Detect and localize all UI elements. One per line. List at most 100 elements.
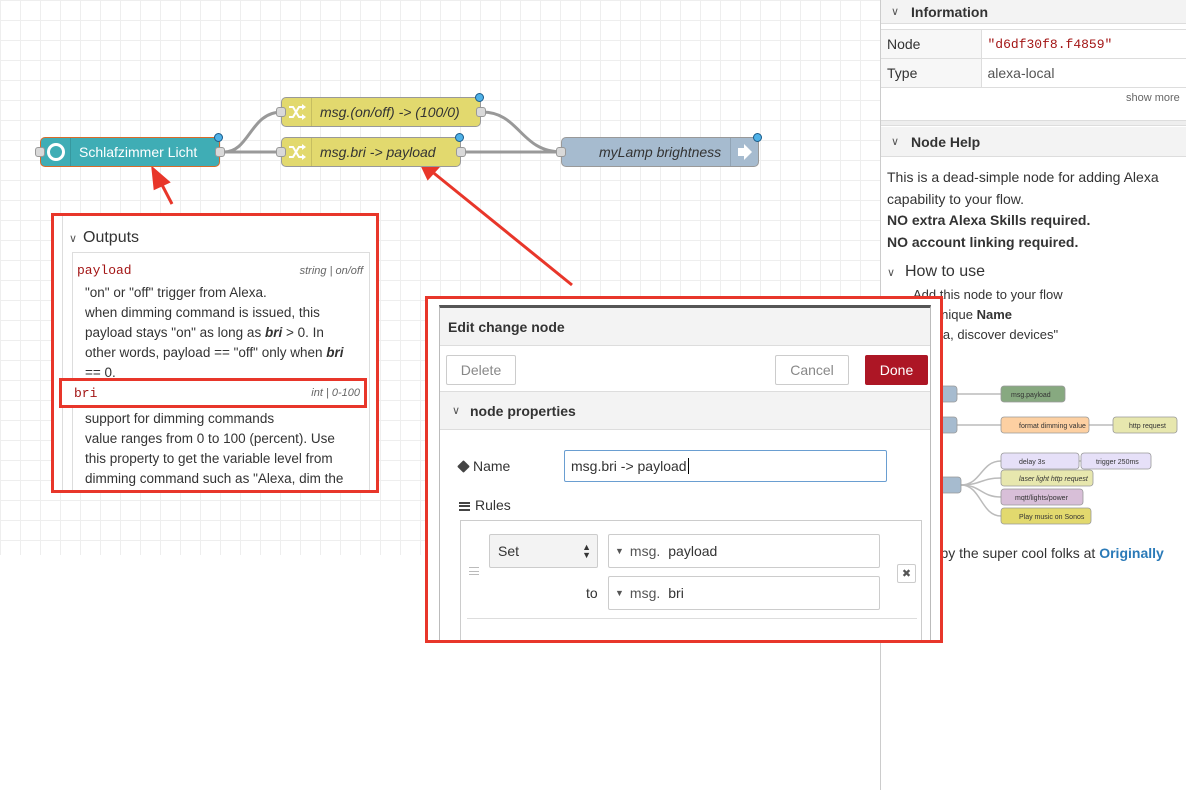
remove-rule-button[interactable]: ✖ bbox=[897, 564, 916, 583]
name-label-text: Name bbox=[473, 458, 511, 474]
example-node-label: Play music on Sonos bbox=[1019, 514, 1085, 521]
tag-icon bbox=[457, 460, 470, 473]
help-step: s it! bbox=[913, 345, 1175, 365]
example-node-label: msg.payload bbox=[1011, 392, 1051, 399]
info-value-type: alexa-local bbox=[981, 58, 1186, 88]
output-prop-name: payload bbox=[77, 263, 132, 278]
caret-down-icon: ▼ bbox=[615, 546, 624, 556]
desc-bold: bri bbox=[264, 325, 283, 340]
lamp-changed-dot bbox=[753, 133, 762, 142]
text-cursor bbox=[687, 458, 689, 474]
dialog-title: Edit change node bbox=[448, 318, 565, 335]
desc-line: support for dimming commands bbox=[85, 411, 275, 426]
target-prefix: msg. bbox=[629, 543, 661, 559]
rule-action-select[interactable]: Set ▲ ▼ bbox=[489, 534, 598, 568]
drag-handle-icon[interactable] bbox=[469, 567, 479, 575]
change-node-bri[interactable]: msg.bri -> payload bbox=[276, 133, 466, 167]
info-row: Node "d6df30f8.f4859" bbox=[881, 29, 1186, 59]
alexa-output-port[interactable] bbox=[215, 147, 225, 157]
info-value-node-id[interactable]: "d6df30f8.f4859" bbox=[981, 29, 1186, 59]
info-row: Type alexa-local bbox=[881, 58, 1186, 88]
rule-source-input[interactable]: ▼ msg. bri bbox=[608, 576, 880, 610]
alexa-changed-dot bbox=[214, 133, 223, 142]
shuffle-icon bbox=[282, 98, 312, 126]
desc-line: when dimming command is issued, this bbox=[85, 305, 320, 320]
name-input[interactable]: msg.bri -> payload bbox=[564, 450, 887, 482]
node-properties-body: Name msg.bri -> payload Rules Set ▲ ▼ ▼ ms… bbox=[440, 430, 930, 640]
change1-input-port[interactable] bbox=[276, 107, 286, 117]
information-title: Information bbox=[911, 3, 988, 20]
lamp-output-node[interactable]: myLamp brightness bbox=[556, 133, 762, 167]
desc-line: "on" or "off" trigger from Alexa. bbox=[85, 285, 267, 300]
node-help-header[interactable]: ∨ Node Help bbox=[881, 127, 1186, 157]
help-step: Add this node to your flow bbox=[913, 286, 1063, 302]
change-node-onoff[interactable]: msg.(on/off) -> (100/0) bbox=[276, 93, 486, 127]
information-header[interactable]: ∨ Information bbox=[881, 0, 1186, 24]
close-icon: ✖ bbox=[901, 568, 912, 580]
example-node-label: delay 3s bbox=[1019, 459, 1046, 466]
output-prop-payload-desc: "on" or "off" trigger from Alexa. when d… bbox=[73, 283, 369, 383]
change1-output-port[interactable] bbox=[476, 107, 486, 117]
output-prop-type: string | on/off bbox=[299, 265, 363, 277]
alexa-input-port[interactable] bbox=[35, 147, 45, 157]
lamp-node-label: myLamp brightness bbox=[599, 144, 722, 160]
how-to-use-heading[interactable]: ∨ How to use bbox=[887, 261, 1175, 285]
typed-input-type-selector[interactable]: ▼ msg. bbox=[609, 577, 664, 609]
info-key: Node bbox=[881, 29, 982, 59]
rule-target-input[interactable]: ▼ msg. payload bbox=[608, 534, 880, 568]
dialog-toolbar: Delete Cancel Done bbox=[440, 346, 930, 392]
chevron-down-icon: ∨ bbox=[887, 267, 896, 279]
show-more-link[interactable]: show more bbox=[1126, 92, 1180, 104]
rules-label: Rules bbox=[459, 497, 511, 513]
example-node-label: laser light http request bbox=[1019, 476, 1089, 483]
info-divider bbox=[881, 120, 1186, 126]
help-step: it a unique Name bbox=[913, 305, 1175, 325]
chevron-down-icon: ∨ bbox=[69, 233, 78, 245]
info-key: Type bbox=[881, 58, 982, 88]
typed-input-type-selector[interactable]: ▼ msg. bbox=[609, 535, 664, 567]
desc-line: payload stays "on" as long as bri > 0. I… bbox=[85, 323, 369, 343]
help-no-skills: NO extra Alexa Skills required. bbox=[887, 212, 1091, 228]
output-prop-type: int | 0-100 bbox=[311, 387, 360, 399]
done-button[interactable]: Done bbox=[865, 355, 928, 385]
desc-text: > 0. In bbox=[282, 325, 324, 340]
help-step-bold: Name bbox=[976, 306, 1013, 322]
node-properties-header[interactable]: ∨ node properties bbox=[440, 392, 930, 430]
desc-line: other words, payload == "off" only when … bbox=[85, 343, 369, 363]
edit-dialog-callout: Edit change node Delete Cancel Done ∨ no… bbox=[425, 296, 943, 643]
desc-bold: bri bbox=[326, 345, 344, 360]
shuffle-icon bbox=[282, 138, 312, 166]
rule-action-value: Set bbox=[498, 543, 520, 559]
delete-button[interactable]: Delete bbox=[446, 355, 516, 385]
change2-changed-dot bbox=[455, 133, 464, 142]
change2-output-port[interactable] bbox=[456, 147, 466, 157]
desc-text: payload stays "on" as long as bbox=[85, 325, 265, 340]
node-properties-title: node properties bbox=[470, 402, 576, 419]
originally-link[interactable]: Originally bbox=[1099, 545, 1164, 561]
alexa-node[interactable]: Schlafzimmer Licht bbox=[35, 133, 225, 167]
bri-highlight-callout: bri int | 0-100 bbox=[59, 378, 367, 408]
name-input-value: msg.bri -> payload bbox=[571, 458, 687, 474]
outputs-heading[interactable]: ∨ Outputs bbox=[69, 229, 139, 247]
lamp-input-port[interactable] bbox=[556, 147, 566, 157]
help-intro: This is a dead-simple node for adding Al… bbox=[887, 169, 1159, 207]
chevron-down-icon: ∨ bbox=[891, 136, 900, 148]
to-label: to bbox=[586, 585, 598, 601]
help-footer-text: ed by the super cool folks at bbox=[921, 545, 1100, 561]
outputs-title: Outputs bbox=[83, 229, 140, 246]
help-step: "Alexa, discover devices" bbox=[913, 326, 1059, 342]
output-prop-name: bri bbox=[74, 386, 98, 401]
chevron-down-icon: ∨ bbox=[891, 6, 900, 18]
cancel-button[interactable]: Cancel bbox=[775, 355, 849, 385]
info-table: Node "d6df30f8.f4859" Type alexa-local bbox=[881, 29, 1186, 88]
caret-down-icon: ▼ bbox=[615, 588, 624, 598]
change-node-onoff-label: msg.(on/off) -> (100/0) bbox=[320, 104, 460, 120]
source-prefix: msg. bbox=[629, 585, 661, 601]
rules-label-text: Rules bbox=[475, 497, 511, 513]
rules-list: Set ▲ ▼ ▼ msg. payload to ▼ msg. bri ✖ bbox=[460, 520, 922, 640]
change1-changed-dot bbox=[475, 93, 484, 102]
example-node-label: trigger 250ms bbox=[1096, 459, 1139, 466]
outputs-help-inner: ∨ Outputs payload string | on/off "on" or… bbox=[62, 216, 370, 490]
change2-input-port[interactable] bbox=[276, 147, 286, 157]
help-no-linking: NO account linking required. bbox=[887, 233, 1079, 250]
